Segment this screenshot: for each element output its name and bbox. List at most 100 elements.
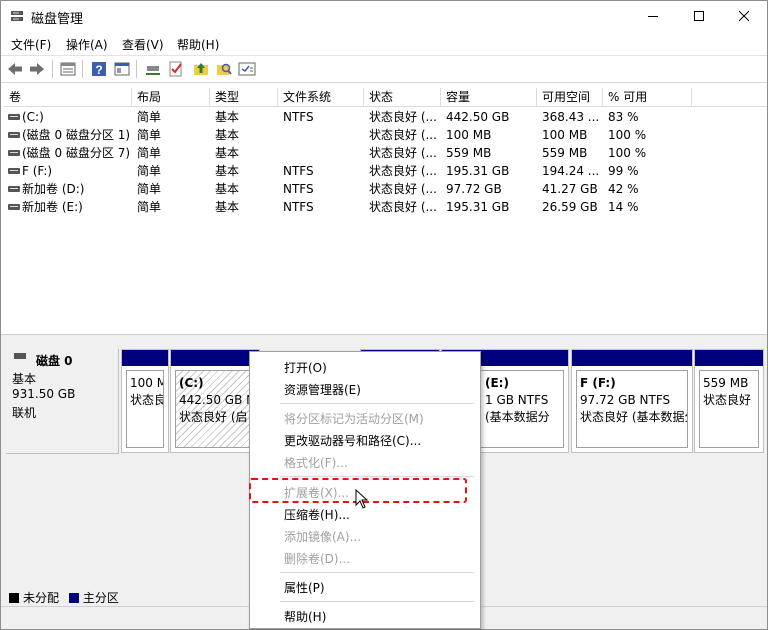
- cell-capacity: 559 MB: [446, 146, 492, 160]
- settings-panel-icon[interactable]: [238, 60, 256, 78]
- title-bar[interactable]: 磁盘管理: [1, 1, 767, 31]
- back-arrow-icon[interactable]: [6, 60, 24, 78]
- cell-free-space: 194.24 ...: [542, 164, 600, 178]
- cell-free-space: 26.59 GB: [542, 200, 598, 214]
- table-row[interactable]: 新加卷 (D:) 简单 基本 NTFS 状态良好 (... 97.72 GB 41.27 G…: [4, 180, 764, 198]
- menu-action[interactable]: 操作(A): [66, 36, 108, 53]
- column-header-type[interactable]: 类型: [210, 88, 278, 106]
- cell-status: 状态良好 (...: [369, 164, 437, 178]
- unallocated-swatch: [9, 593, 19, 603]
- menu-add-mirror: 添加镜像(A)...: [284, 530, 362, 544]
- cell-filesystem: [283, 144, 363, 162]
- disk-0-info[interactable]: 磁盘 0 基本 931.50 GB 联机: [6, 349, 119, 454]
- forward-arrow-icon[interactable]: [28, 60, 46, 78]
- cell-status: 状态良好 (...: [369, 182, 437, 196]
- cell-capacity: 442.50 GB: [446, 110, 510, 124]
- menu-delete-volume: 删除卷(D)...: [284, 552, 351, 566]
- partition-c[interactable]: (C:) 442.50 GB N 状态良好 (启: [170, 349, 260, 453]
- disk-management-app-icon: [11, 11, 23, 21]
- menu-bar: 文件(F) 操作(A) 查看(V) 帮助(H): [1, 32, 767, 54]
- cell-filesystem: NTFS: [283, 110, 314, 124]
- cell-type: 基本: [215, 200, 240, 214]
- menu-change-drive-letter[interactable]: 更改驱动器号和路径(C)...: [284, 432, 421, 449]
- menu-file[interactable]: 文件(F): [11, 36, 51, 53]
- volume-icon: [8, 150, 20, 156]
- table-row[interactable]: (磁盘 0 磁盘分区 7) 简单 基本 状态良好 (... 559 MB 559 MB 10…: [4, 144, 764, 162]
- close-button[interactable]: [721, 1, 767, 31]
- legend: 未分配 主分区: [9, 589, 119, 606]
- check-icon[interactable]: [167, 60, 185, 78]
- disk-size: 931.50 GB: [12, 387, 76, 401]
- cell-percent-free: 42 %: [608, 182, 639, 196]
- legend-primary: 主分区: [82, 591, 119, 605]
- column-header-percent-free[interactable]: % 可用: [603, 88, 692, 106]
- cell-filesystem: NTFS: [283, 200, 314, 214]
- table-row[interactable]: (C:) 简单 基本 NTFS 状态良好 (... 442.50 GB 368.43 ...…: [4, 108, 764, 126]
- cell-type: 基本: [215, 128, 240, 142]
- connect-icon[interactable]: [144, 60, 162, 78]
- search-folder-icon[interactable]: [215, 60, 233, 78]
- cell-layout: 简单: [137, 164, 162, 178]
- window-title: 磁盘管理: [31, 12, 84, 27]
- cell-layout: 简单: [137, 110, 162, 124]
- partition-1[interactable]: 100 M 状态良: [121, 349, 169, 453]
- properties-icon[interactable]: [113, 60, 131, 78]
- column-header-capacity[interactable]: 容量: [441, 88, 537, 106]
- cell-volume: 新加卷 (E:): [22, 200, 83, 214]
- cell-status: 状态良好 (...: [369, 110, 437, 124]
- maximize-button[interactable]: [676, 1, 722, 31]
- disk-status: 联机: [12, 406, 37, 420]
- column-header-volume[interactable]: 卷: [4, 88, 132, 106]
- cell-layout: 简单: [137, 128, 162, 142]
- cell-volume: (磁盘 0 磁盘分区 1): [22, 128, 131, 142]
- cell-volume: F (F:): [22, 164, 53, 178]
- cell-layout: 简单: [137, 146, 162, 160]
- cell-percent-free: 14 %: [608, 200, 639, 214]
- menu-help-item[interactable]: 帮助(H): [284, 608, 326, 625]
- cell-filesystem: [283, 126, 363, 144]
- mouse-cursor-icon: [355, 489, 369, 509]
- menu-mark-active: 将分区标记为活动分区(M): [284, 412, 424, 426]
- column-header-layout[interactable]: 布局: [132, 88, 210, 106]
- cell-percent-free: 100 %: [608, 128, 647, 142]
- cell-volume: 新加卷 (D:): [22, 182, 85, 196]
- minimize-button[interactable]: [630, 1, 676, 31]
- partition-recovery[interactable]: 559 MB 状态良好: [694, 349, 764, 453]
- list-view-icon[interactable]: [59, 60, 77, 78]
- menu-explorer[interactable]: 资源管理器(E): [284, 381, 361, 398]
- table-row[interactable]: 新加卷 (E:) 简单 基本 NTFS 状态良好 (... 195.31 GB 26.59 …: [4, 198, 764, 216]
- partition-f[interactable]: F (F:) 97.72 GB NTFS 状态良好 (基本数据分: [571, 349, 693, 453]
- cell-capacity: 100 MB: [446, 128, 492, 142]
- menu-help[interactable]: 帮助(H): [177, 36, 219, 53]
- menu-properties[interactable]: 属性(P): [284, 579, 325, 596]
- cell-free-space: 100 MB: [542, 128, 588, 142]
- menu-open[interactable]: 打开(O): [284, 359, 327, 376]
- cell-type: 基本: [215, 110, 240, 124]
- table-row[interactable]: F (F:) 简单 基本 NTFS 状态良好 (... 195.31 GB 194.24 .…: [4, 162, 764, 180]
- cell-status: 状态良好 (...: [369, 128, 437, 142]
- cell-filesystem: NTFS: [283, 164, 314, 178]
- column-header-filesystem[interactable]: 文件系统: [278, 88, 364, 106]
- cell-percent-free: 99 %: [608, 164, 639, 178]
- menu-format: 格式化(F)...: [284, 456, 348, 470]
- primary-swatch: [68, 593, 79, 603]
- volume-list-header: 卷 布局 类型 文件系统 状态 容量 可用空间 % 可用: [4, 88, 767, 107]
- help-icon[interactable]: ?: [90, 60, 108, 78]
- menu-shrink-volume[interactable]: 压缩卷(H)...: [284, 506, 350, 523]
- table-row[interactable]: (磁盘 0 磁盘分区 1) 简单 基本 状态良好 (... 100 MB 100 MB 10…: [4, 126, 764, 144]
- cell-layout: 简单: [137, 182, 162, 196]
- column-header-free-space[interactable]: 可用空间: [537, 88, 603, 106]
- cell-type: 基本: [215, 164, 240, 178]
- cell-layout: 简单: [137, 200, 162, 214]
- column-header-status[interactable]: 状态: [364, 88, 441, 106]
- cell-capacity: 195.31 GB: [446, 164, 510, 178]
- volume-icon: [8, 168, 20, 174]
- up-folder-icon[interactable]: [192, 60, 210, 78]
- menu-view[interactable]: 查看(V): [122, 36, 164, 53]
- cell-percent-free: 100 %: [608, 146, 647, 160]
- cell-type: 基本: [215, 182, 240, 196]
- cell-status: 状态良好 (...: [369, 200, 437, 214]
- volume-icon: [8, 132, 20, 138]
- cell-capacity: 97.72 GB: [446, 182, 502, 196]
- cell-volume: (磁盘 0 磁盘分区 7): [22, 146, 131, 160]
